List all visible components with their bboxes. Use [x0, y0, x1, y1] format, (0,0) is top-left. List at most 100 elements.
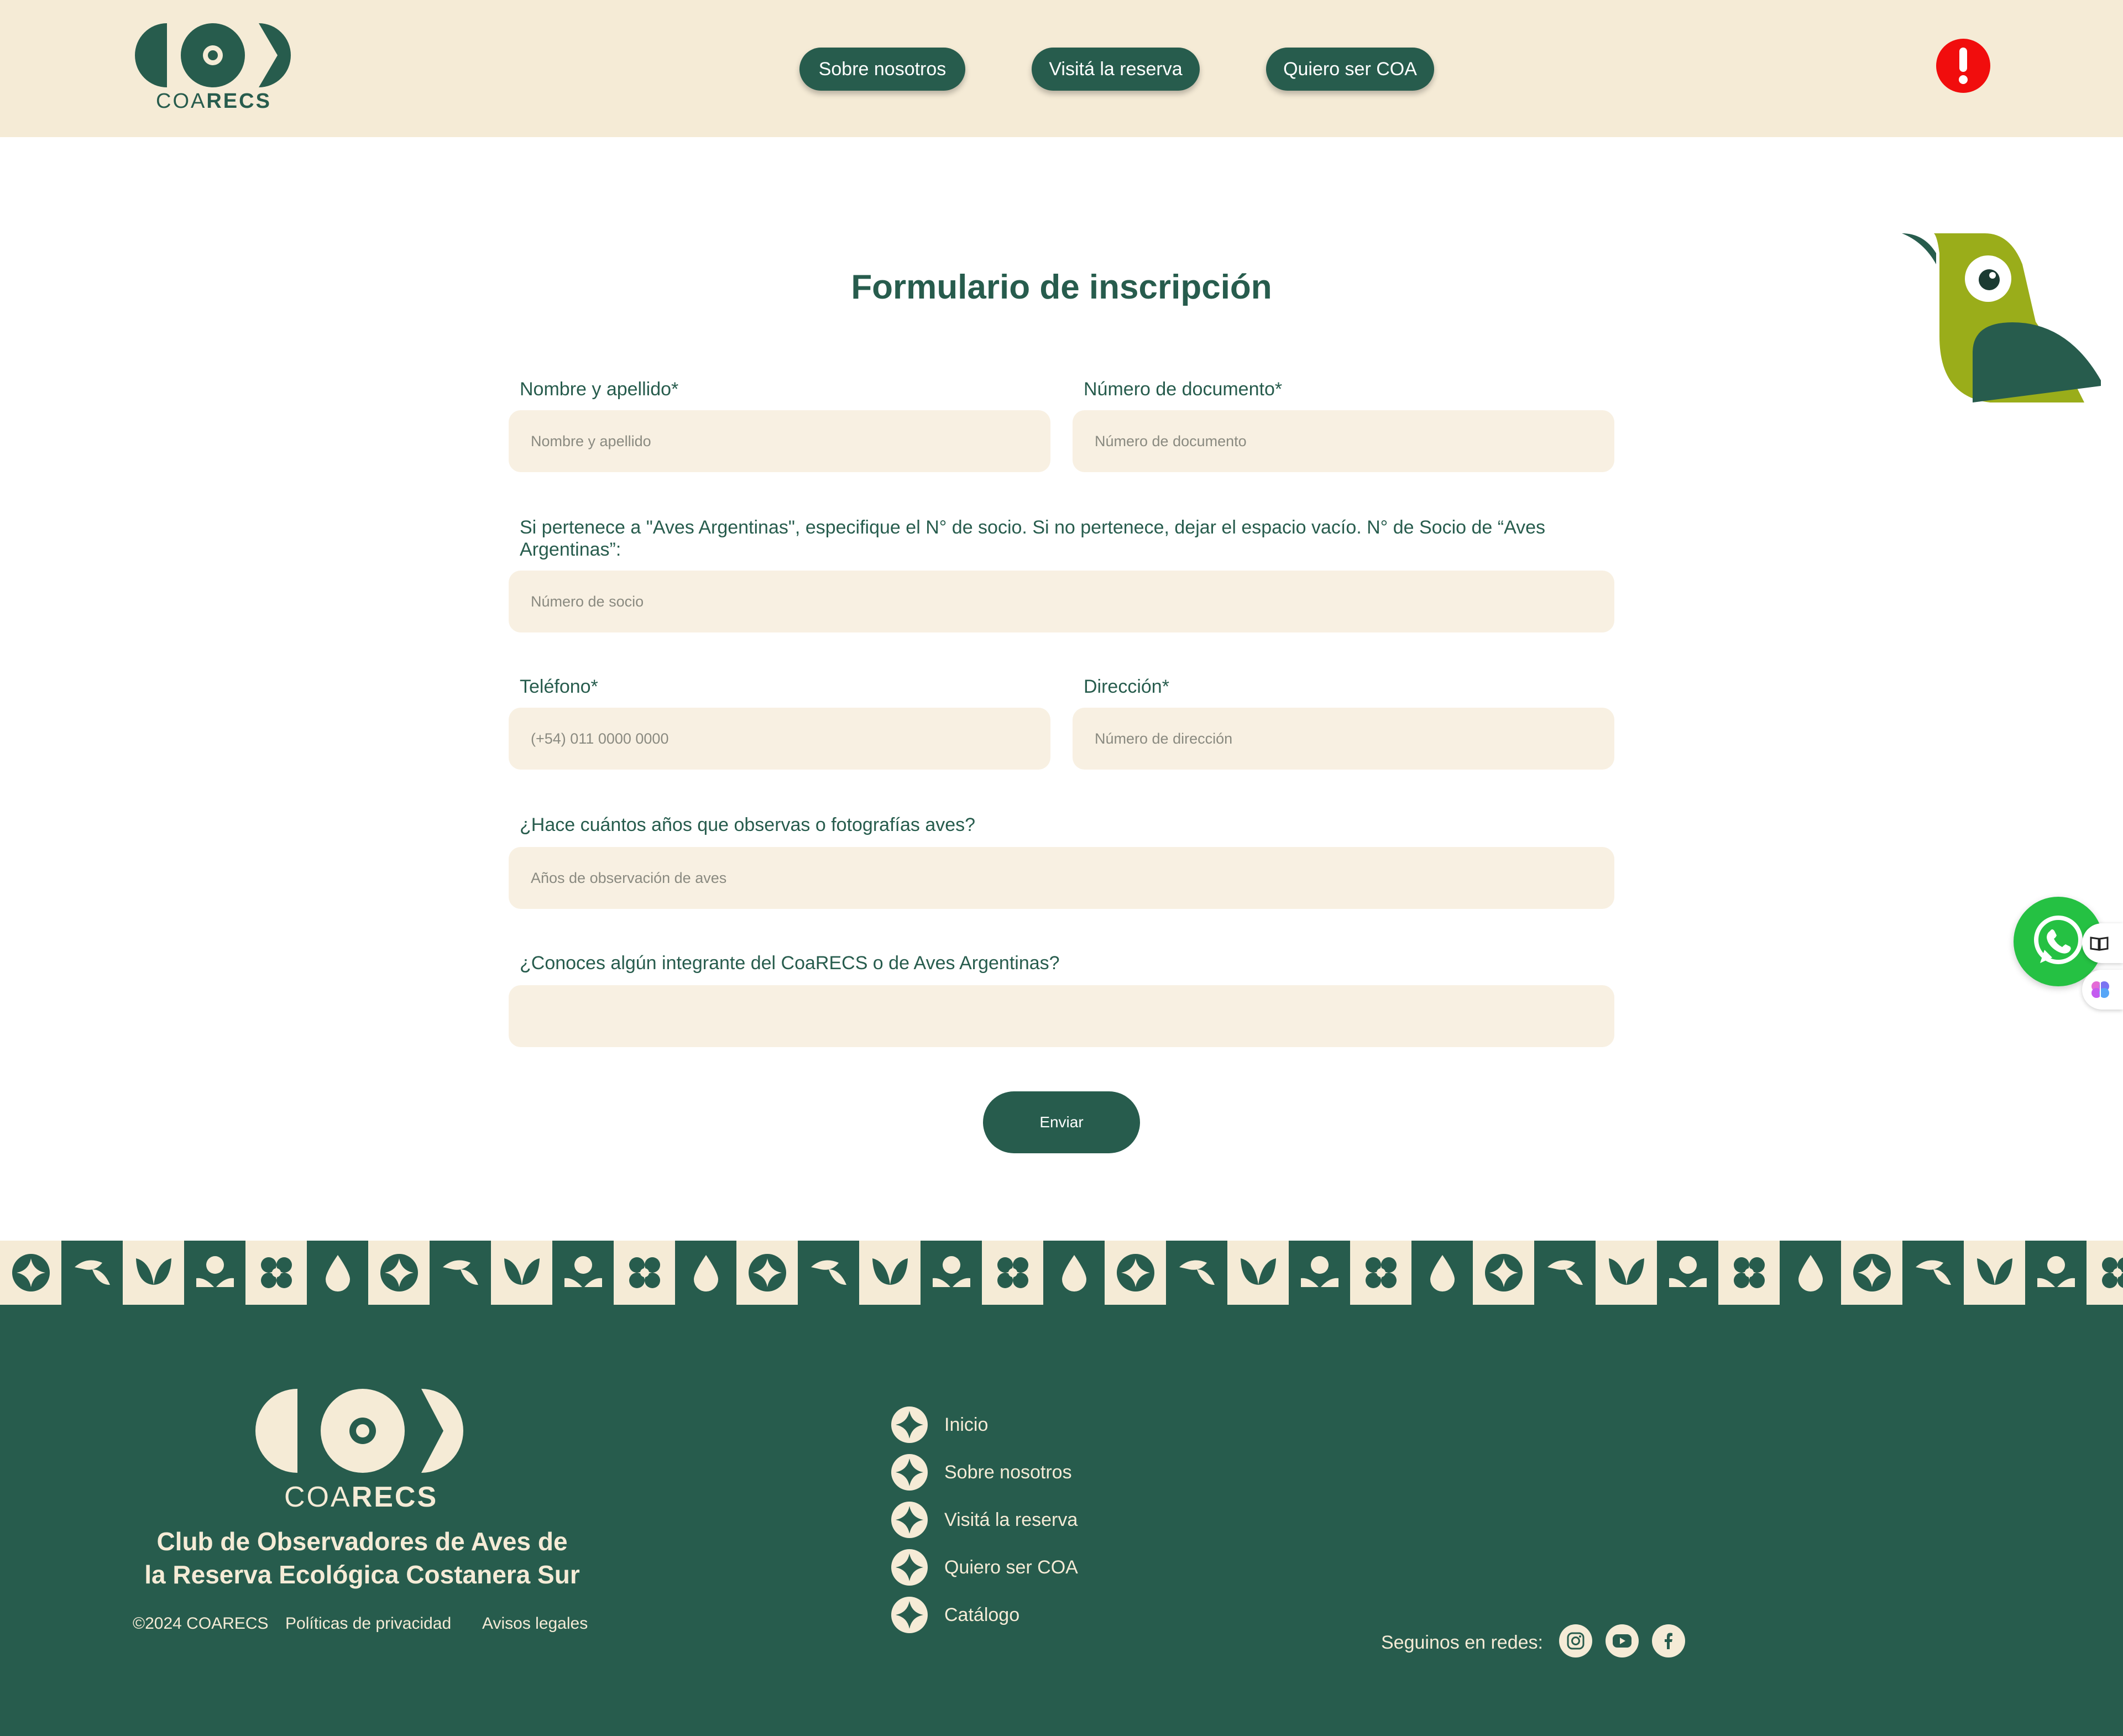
- star-icon: [1853, 1254, 1891, 1291]
- tulip-icon: [504, 1258, 540, 1285]
- phone-label: Teléfono*: [520, 676, 598, 697]
- footer-nav-catalogo[interactable]: Catálogo: [891, 1596, 1019, 1634]
- pattern-tile: [1596, 1241, 1657, 1305]
- coarecs-logo[interactable]: COARECS: [133, 21, 299, 115]
- tulip-icon: [872, 1258, 908, 1285]
- nav-sobre-nosotros[interactable]: Sobre nosotros: [799, 48, 965, 91]
- flower-icon: [997, 1257, 1028, 1288]
- star-bullet-icon: [891, 1597, 928, 1633]
- site-header: COARECS Sobre nosotros Visitá la reserva…: [0, 0, 2123, 137]
- youtube-icon[interactable]: [1606, 1624, 1639, 1657]
- document-label: Número de documento*: [1084, 379, 1283, 400]
- pattern-tile: [1473, 1241, 1534, 1305]
- decorative-pattern-strip: [0, 1241, 2123, 1305]
- sprout-icon: [196, 1256, 234, 1287]
- star-icon: [748, 1254, 786, 1291]
- flower-icon: [2101, 1257, 2123, 1288]
- member-number-label: Si pertenece a "Aves Argentinas", especi…: [520, 517, 1546, 560]
- years-input[interactable]: Años de observación de aves: [509, 847, 1614, 909]
- brain-icon: [2091, 981, 2109, 998]
- tulip-icon: [1240, 1258, 1276, 1285]
- pattern-tile: [1841, 1241, 1902, 1305]
- drop-icon: [1430, 1255, 1455, 1291]
- pattern-tile: [1534, 1241, 1596, 1305]
- sprout-icon: [2037, 1256, 2075, 1287]
- leaf-icon: [810, 1260, 846, 1285]
- whatsapp-icon: [2034, 916, 2083, 964]
- address-label: Dirección*: [1084, 676, 1169, 697]
- privacy-link[interactable]: Políticas de privacidad: [285, 1614, 451, 1633]
- copyright-text: ©2024 COARECS: [133, 1614, 269, 1633]
- pattern-tile: [2087, 1241, 2123, 1305]
- footer-nav-visita-la-reserva[interactable]: Visitá la reserva: [891, 1500, 1078, 1539]
- ai-assistant-tab[interactable]: [2082, 970, 2123, 1010]
- facebook-icon[interactable]: [1652, 1624, 1685, 1657]
- star-bullet-icon: [891, 1549, 928, 1586]
- leaf-icon: [442, 1260, 478, 1285]
- instagram-icon[interactable]: [1559, 1624, 1592, 1657]
- pattern-tile: [614, 1241, 675, 1305]
- pattern-tile: [430, 1241, 491, 1305]
- pattern-tile: [184, 1241, 245, 1305]
- star-bullet-icon: [891, 1406, 928, 1443]
- tulip-icon: [1976, 1258, 2012, 1285]
- pattern-tile: [1411, 1241, 1473, 1305]
- pattern-tile: [0, 1241, 61, 1305]
- star-bullet-icon: [891, 1502, 928, 1538]
- flower-icon: [1733, 1257, 1765, 1288]
- legal-notice-link[interactable]: Avisos legales: [482, 1614, 588, 1633]
- nav-quiero-ser-coa[interactable]: Quiero ser COA: [1266, 48, 1434, 91]
- pattern-tile: [123, 1241, 184, 1305]
- social-label: Seguinos en redes:: [1381, 1632, 1543, 1653]
- leaf-icon: [1915, 1260, 1951, 1285]
- star-bullet-icon: [891, 1454, 928, 1491]
- leaf-icon: [1547, 1260, 1583, 1285]
- pattern-tile: [921, 1241, 982, 1305]
- pattern-tile: [307, 1241, 368, 1305]
- flower-icon: [629, 1257, 660, 1288]
- pattern-tile: [245, 1241, 307, 1305]
- phone-input[interactable]: (+54) 011 0000 0000: [509, 708, 1050, 770]
- footer-nav-inicio[interactable]: Inicio: [891, 1405, 988, 1444]
- pattern-tile: [982, 1241, 1043, 1305]
- flower-icon: [1365, 1257, 1397, 1288]
- logo-wordmark: COARECS: [156, 90, 271, 113]
- pattern-tile: [1657, 1241, 1718, 1305]
- known-member-input[interactable]: [509, 985, 1614, 1047]
- name-input[interactable]: Nombre y apellido: [509, 410, 1050, 472]
- footer-logo-wordmark: COARECS: [284, 1481, 438, 1513]
- submit-button[interactable]: Enviar: [983, 1091, 1140, 1153]
- pattern-tile: [1350, 1241, 1411, 1305]
- star-icon: [380, 1254, 418, 1291]
- footer-nav-quiero-ser-coa[interactable]: Quiero ser COA: [891, 1548, 1078, 1587]
- pattern-tile: [859, 1241, 921, 1305]
- reader-tab[interactable]: [2082, 923, 2123, 963]
- pattern-tile: [368, 1241, 430, 1305]
- pattern-tile: [1227, 1241, 1289, 1305]
- pattern-tile: [61, 1241, 123, 1305]
- footer-logo-mark-icon: [255, 1389, 463, 1473]
- address-input[interactable]: Número de dirección: [1073, 708, 1614, 770]
- footer-tagline: Club de Observadores de Aves de la Reser…: [144, 1527, 580, 1589]
- drop-icon: [693, 1255, 718, 1291]
- member-number-input[interactable]: Número de socio: [509, 571, 1614, 632]
- pattern-tile: [1043, 1241, 1105, 1305]
- footer-logo[interactable]: COARECS: [252, 1387, 473, 1519]
- tulip-icon: [135, 1258, 171, 1285]
- known-member-label: ¿Conoces algún integrante del CoaRECS o …: [520, 953, 1060, 974]
- nav-visita-la-reserva[interactable]: Visitá la reserva: [1032, 48, 1200, 91]
- pattern-tile: [491, 1241, 552, 1305]
- pattern-tile: [1780, 1241, 1841, 1305]
- star-icon: [12, 1254, 50, 1291]
- document-input[interactable]: Número de documento: [1073, 410, 1614, 472]
- book-icon: [2090, 937, 2109, 951]
- footer-nav-sobre-nosotros[interactable]: Sobre nosotros: [891, 1453, 1072, 1492]
- alert-icon[interactable]: [1936, 39, 1990, 93]
- drop-icon: [1062, 1255, 1086, 1291]
- pattern-tile: [1289, 1241, 1350, 1305]
- bird-illustration-icon: [1902, 233, 2101, 402]
- leaf-icon: [1179, 1260, 1215, 1285]
- sprout-icon: [1300, 1256, 1338, 1287]
- pattern-tile: [1166, 1241, 1227, 1305]
- pattern-tile: [1964, 1241, 2025, 1305]
